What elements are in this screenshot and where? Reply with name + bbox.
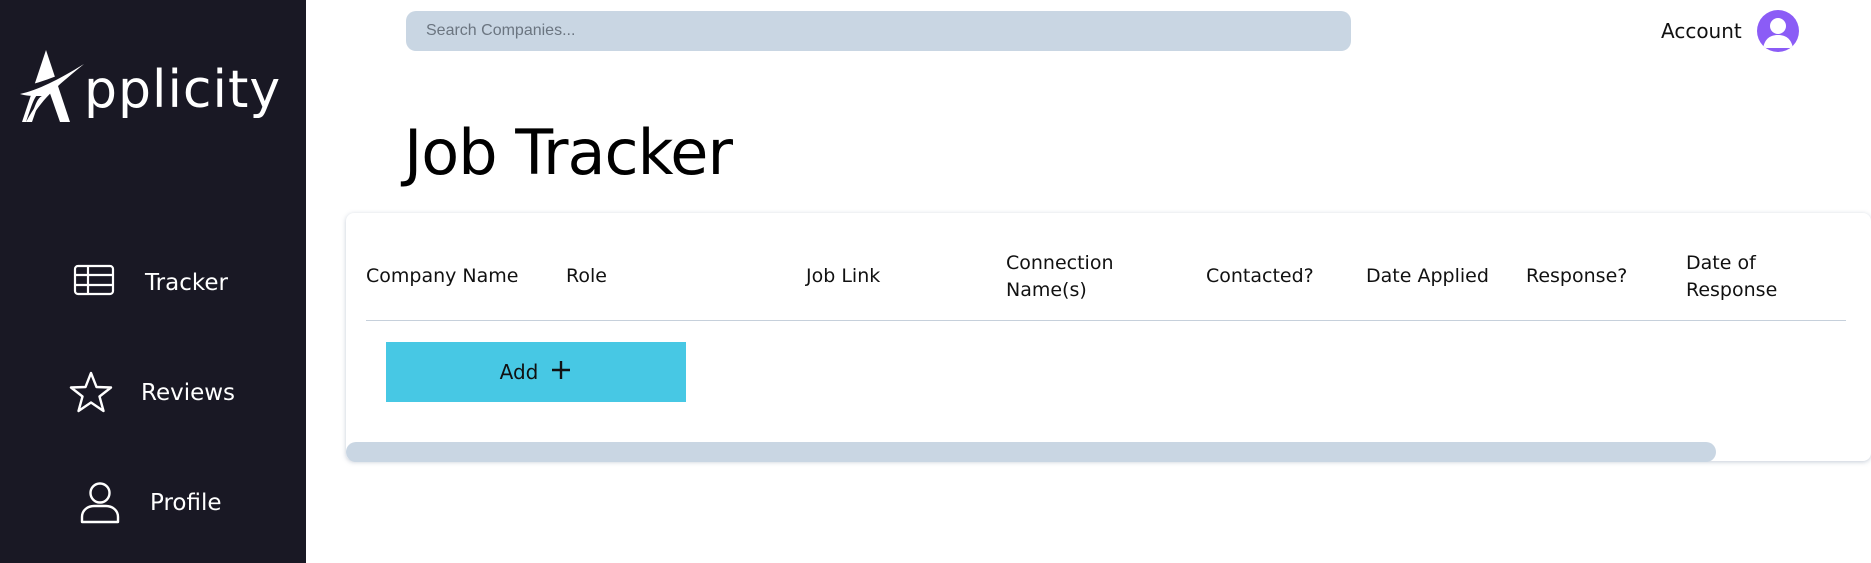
column-header-contacted[interactable]: Contacted? <box>1206 263 1366 290</box>
brand-name: pplicity <box>84 60 282 120</box>
tracker-table: Company Name Role Job Link Connection Na… <box>346 213 1871 462</box>
sidebar-item-reviews[interactable]: Reviews <box>0 362 306 426</box>
sidebar-item-tracker[interactable]: Tracker <box>0 252 306 316</box>
avatar[interactable] <box>1757 10 1799 52</box>
column-header-connection-names[interactable]: Connection Name(s) <box>1006 250 1146 304</box>
page-title: Job Tracker <box>404 116 733 189</box>
column-header-date-applied[interactable]: Date Applied <box>1366 263 1526 290</box>
column-header-response[interactable]: Response? <box>1526 263 1686 290</box>
sidebar: pplicity Tracker Reviews Profile <box>0 0 306 563</box>
user-avatar-icon <box>1763 18 1793 48</box>
star-icon <box>68 370 114 420</box>
column-header-company-name[interactable]: Company Name <box>366 263 526 290</box>
horizontal-scrollbar[interactable] <box>346 442 1716 462</box>
column-header-role[interactable]: Role <box>566 263 726 290</box>
search-input[interactable] <box>406 11 1351 51</box>
sidebar-item-label: Tracker <box>145 270 228 296</box>
column-header-date-of-response[interactable]: Date of Response <box>1686 250 1816 304</box>
applicity-logo[interactable]: pplicity <box>16 48 280 128</box>
table-header: Company Name Role Job Link Connection Na… <box>366 213 1846 321</box>
plus-icon <box>550 359 572 386</box>
user-icon <box>78 480 122 530</box>
add-button[interactable]: Add <box>386 342 686 402</box>
table-icon <box>72 260 116 304</box>
account-label[interactable]: Account <box>1661 19 1742 43</box>
sidebar-item-profile[interactable]: Profile <box>0 472 306 536</box>
logo-a-icon <box>16 50 86 122</box>
sidebar-item-label: Profile <box>150 490 222 516</box>
add-button-label: Add <box>499 360 539 384</box>
sidebar-item-label: Reviews <box>141 380 236 406</box>
column-header-job-link[interactable]: Job Link <box>806 263 966 290</box>
